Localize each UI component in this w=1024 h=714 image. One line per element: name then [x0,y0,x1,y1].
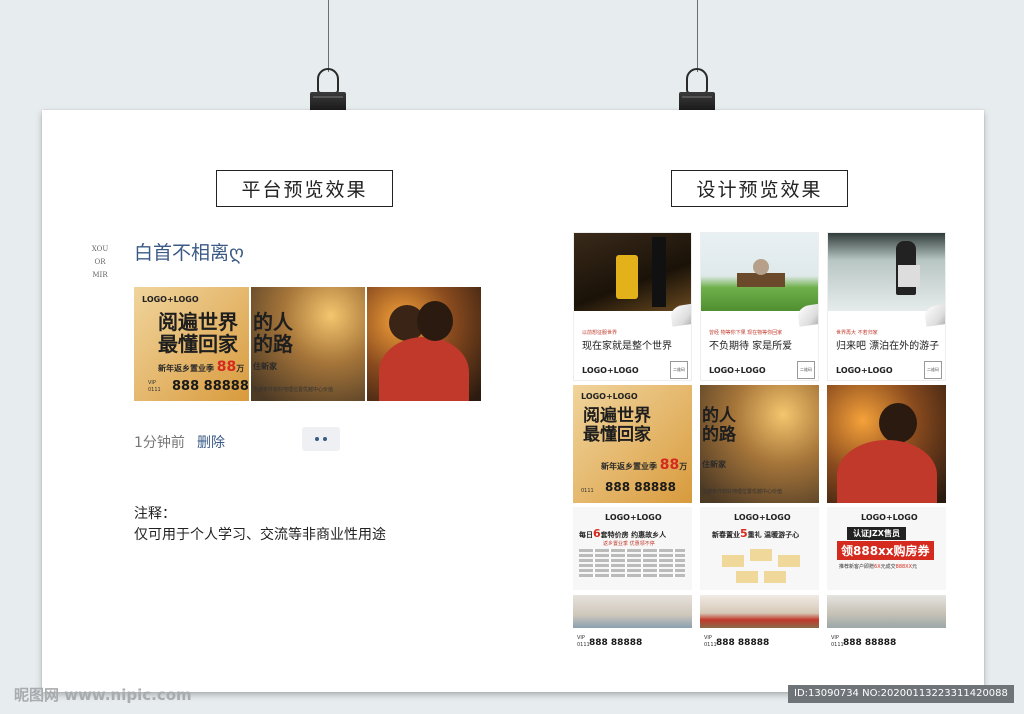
tile-promo-line: 每日6套特价房 约惠故乡人 [579,527,667,540]
banner-phone: 888 88888 [172,379,249,394]
preview-board: 平台预览效果 设计预览效果 XOU OR MIR 白首不相离ღ LOGO+LOG… [42,110,984,692]
tile-promo-line: 新春置业5重礼 温暖游子心 [712,527,800,540]
tile-slogan: 不负期待 家是所爱 [709,341,793,352]
tile-slogan: 归来吧 漂泊在外的游子 [836,341,940,352]
banner-tile-right [367,287,481,401]
banner-subline: 新年返乡置业季 88万 [158,359,245,375]
tile-subline: 新年返乡置业季 88万 [601,457,688,473]
living-room-photo [700,595,819,628]
design-tile-r1c1: 以前想征服世界 现在家就是整个世界 LOGO+LOGO 二维码 [573,232,692,381]
tile-logo: LOGO+LOGO [734,513,791,522]
design-tile-r2c1: LOGO+LOGO 阅遍世界 最懂回家 新年返乡置业季 88万 0111 888… [573,385,692,503]
design-preview-title: 设计预览效果 [671,170,848,207]
tile-slogan: 现在家就是整个世界 [582,341,672,352]
banner-logo: LOGO+LOGO [142,295,199,304]
couple-photo [879,403,917,443]
design-tile-r2c3 [827,385,946,503]
side-logo-mark: XOU OR MIR [91,245,109,279]
post-username[interactable]: 白首不相离ღ [134,238,244,265]
banner-vip-label: VIP [148,380,156,386]
design-tile-r3c2: LOGO+LOGO 新春置业5重礼 温暖游子心 [700,507,819,590]
banner-headline-2: 的人 的路 [253,310,293,356]
banner-headline-1: 阅遍世界 最懂回家 [158,310,238,356]
tile-vip: VIP [577,635,585,641]
design-tile-r1c2: 曾经 物等你下果 现在物等你回家 不负期待 家是所爱 LOGO+LOGO 二维码 [700,232,819,381]
tile-red-caption: 世界再大 不若归家 [836,330,878,336]
qr-code-icon: 二维码 [924,361,942,379]
tile-phone: 888 88888 [716,638,770,648]
design-tile-r4c1: VIP 0111 888 88888 [573,595,692,655]
tile-phone-prefix: 0111 [831,642,844,648]
more-options-button[interactable] [302,427,340,451]
tile-promo-subline: 返乡置业季 优惠领不停 [603,541,655,547]
design-tile-r4c2: VIP 0111 888 88888 [700,595,819,655]
tile-subline-suffix: 住新家 [702,460,726,469]
gift-box-icon [722,555,744,567]
note-text: 仅可用于个人学习、交流等非商业性用途 [134,527,386,543]
coupon-banner: 领888xx购房券 [837,541,934,560]
dot-icon [315,437,319,441]
bench-photo [701,233,818,311]
tile-phone-prefix: 0111 [577,642,590,648]
gift-box-icon [750,549,772,561]
dot-icon [323,437,327,441]
tile-promo-subline: 推荐新客户即赠6X元成交888XX元 [839,564,918,570]
tile-phone: 888 88888 [605,480,676,494]
tile-phone: 888 88888 [843,638,897,648]
design-tile-r1c3: 世界再大 不若归家 归来吧 漂泊在外的游子 LOGO+LOGO 二维码 [827,232,946,381]
tile-phone-prefix: 0111 [581,488,594,494]
luggage-photo [574,233,691,311]
tile-logo: LOGO+LOGO [709,366,766,375]
couple-photo-body [379,337,469,401]
tile-vip: VIP [704,635,712,641]
post-timestamp: 1分钟前 [134,435,185,451]
delete-link[interactable]: 删除 [197,432,225,452]
banner-tile-left: LOGO+LOGO 阅遍世界 最懂回家 新年返乡置业季 88万 VIP 0111… [134,287,249,401]
hanging-string-right [697,0,698,72]
binder-clip-right-icon [679,68,715,114]
banner-tile-middle: 的人 的路 住新家 交通条件较好地理位置优越中心价值 [251,287,365,401]
tile-phone: 888 88888 [589,638,643,648]
airport-photo [828,233,945,311]
certified-badge: 认证JZX售员 [847,527,906,540]
watermark-id: ID:13090734 NO:20200113223311420088 [788,685,1014,703]
gift-box-icon [736,571,758,583]
note-title: 注释： [134,506,176,522]
couple-photo-body [837,440,937,503]
banner-phone-prefix: 0111 [148,387,161,393]
tile-logo: LOGO+LOGO [605,513,662,522]
tile-logo: LOGO+LOGO [582,366,639,375]
tile-red-caption: 曾经 物等你下果 现在物等你回家 [709,330,783,336]
tile-location-text: 交通条件较好地理位置优越中心价值 [702,489,783,495]
tile-logo: LOGO+LOGO [581,392,638,401]
tile-vip: VIP [831,635,839,641]
banner-subline-suffix: 住新家 [253,362,277,371]
design-tile-r3c3: LOGO+LOGO 认证JZX售员 领888xx购房券 推荐新客户即赠6X元成交… [827,507,946,590]
tile-phone-prefix: 0111 [704,642,717,648]
design-tile-r3c1: LOGO+LOGO 每日6套特价房 约惠故乡人 返乡置业季 优惠领不停 [573,507,692,590]
watermark-site: 昵图网 www.nipic.com [14,686,192,704]
living-room-photo [827,595,946,628]
platform-preview-title: 平台预览效果 [216,170,393,207]
binder-clip-left-icon [310,68,346,114]
tile-logo: LOGO+LOGO [861,513,918,522]
price-table [579,549,685,579]
gift-box-icon [778,555,800,567]
banner-location-text: 交通条件较好地理位置优越中心价值 [253,387,334,393]
qr-code-icon: 二维码 [670,361,688,379]
tile-logo: LOGO+LOGO [836,366,893,375]
design-tile-r2c2: 的人 的路 住新家 交通条件较好地理位置优越中心价值 [700,385,819,503]
hanging-string-left [328,0,329,72]
gift-box-icon [764,571,786,583]
design-tile-r4c3: VIP 0111 888 88888 [827,595,946,655]
tile-headline-2: 的人 的路 [702,406,736,445]
tile-red-caption: 以前想征服世界 [582,330,618,336]
post-image-banner[interactable]: LOGO+LOGO 阅遍世界 最懂回家 新年返乡置业季 88万 VIP 0111… [134,287,481,401]
tile-headline: 阅遍世界 最懂回家 [583,406,651,445]
qr-code-icon: 二维码 [797,361,815,379]
living-room-photo [573,595,692,628]
